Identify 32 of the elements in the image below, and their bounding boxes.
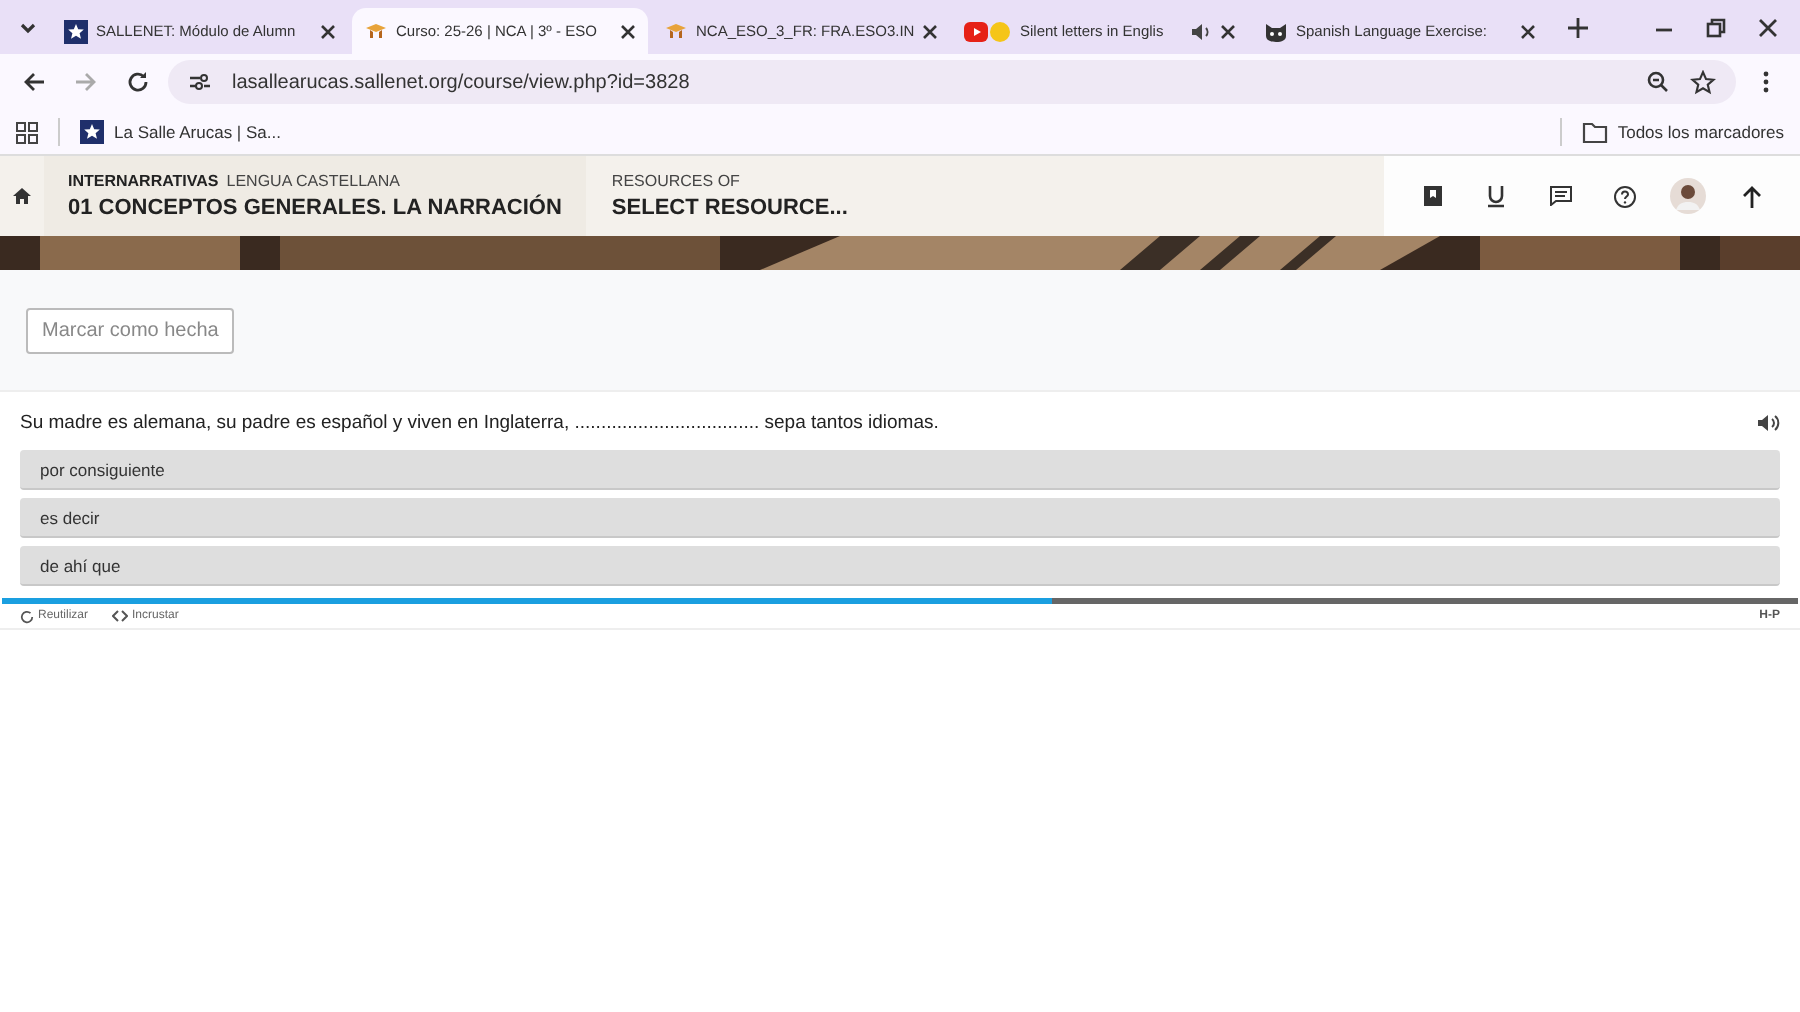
url-text: lasallearucas.sallenet.org/course/view.php?id=3828 — [232, 71, 690, 93]
close-icon[interactable] — [1520, 23, 1536, 39]
question-text: Su madre es alemana, su padre es español y viven en Inglaterra, ................................... sepa tantos idiomas. — [20, 412, 941, 434]
cat-icon — [1264, 19, 1288, 43]
reload-icon — [20, 609, 34, 623]
close-icon[interactable] — [922, 23, 939, 39]
resources-label: RESOURCES OF — [611, 172, 742, 190]
answer-option[interactable]: por consiguiente — [20, 450, 1780, 490]
all-bookmarks[interactable]: Todos los marcadores — [1581, 121, 1784, 143]
video-icon — [964, 19, 1012, 43]
close-icon[interactable] — [1220, 23, 1236, 39]
course-name: LENGUA CASTELLANA — [226, 172, 400, 190]
speaker-icon[interactable] — [1758, 414, 1780, 432]
section-title[interactable]: 01 CONCEPTOS GENERALES. LA NARRACIÓN — [68, 196, 562, 220]
code-icon — [112, 610, 129, 622]
close-icon[interactable] — [620, 23, 636, 39]
apps-icon[interactable] — [16, 121, 38, 143]
folder-icon — [1581, 121, 1608, 143]
bookmark[interactable]: La Salle Arucas | Sa... — [80, 120, 281, 144]
course-code: INTERNARRATIVAS — [68, 172, 219, 190]
star-icon[interactable] — [1690, 69, 1716, 95]
star-icon — [64, 19, 88, 43]
answer-option[interactable]: de ahí que — [20, 546, 1780, 586]
answer-option[interactable]: es decir — [20, 498, 1780, 538]
site-settings-icon[interactable] — [188, 72, 212, 92]
speaker-icon[interactable] — [1190, 21, 1212, 41]
address-bar[interactable]: lasallearucas.sallenet.org/course/view.php?id=3828 — [168, 60, 1736, 104]
close-icon[interactable] — [320, 23, 336, 39]
zoom-icon[interactable] — [1646, 70, 1670, 94]
mark-done-button[interactable]: Marcar como hecha — [26, 307, 235, 353]
resource-select[interactable]: SELECT RESOURCE... — [611, 196, 848, 220]
star-icon — [80, 120, 104, 144]
